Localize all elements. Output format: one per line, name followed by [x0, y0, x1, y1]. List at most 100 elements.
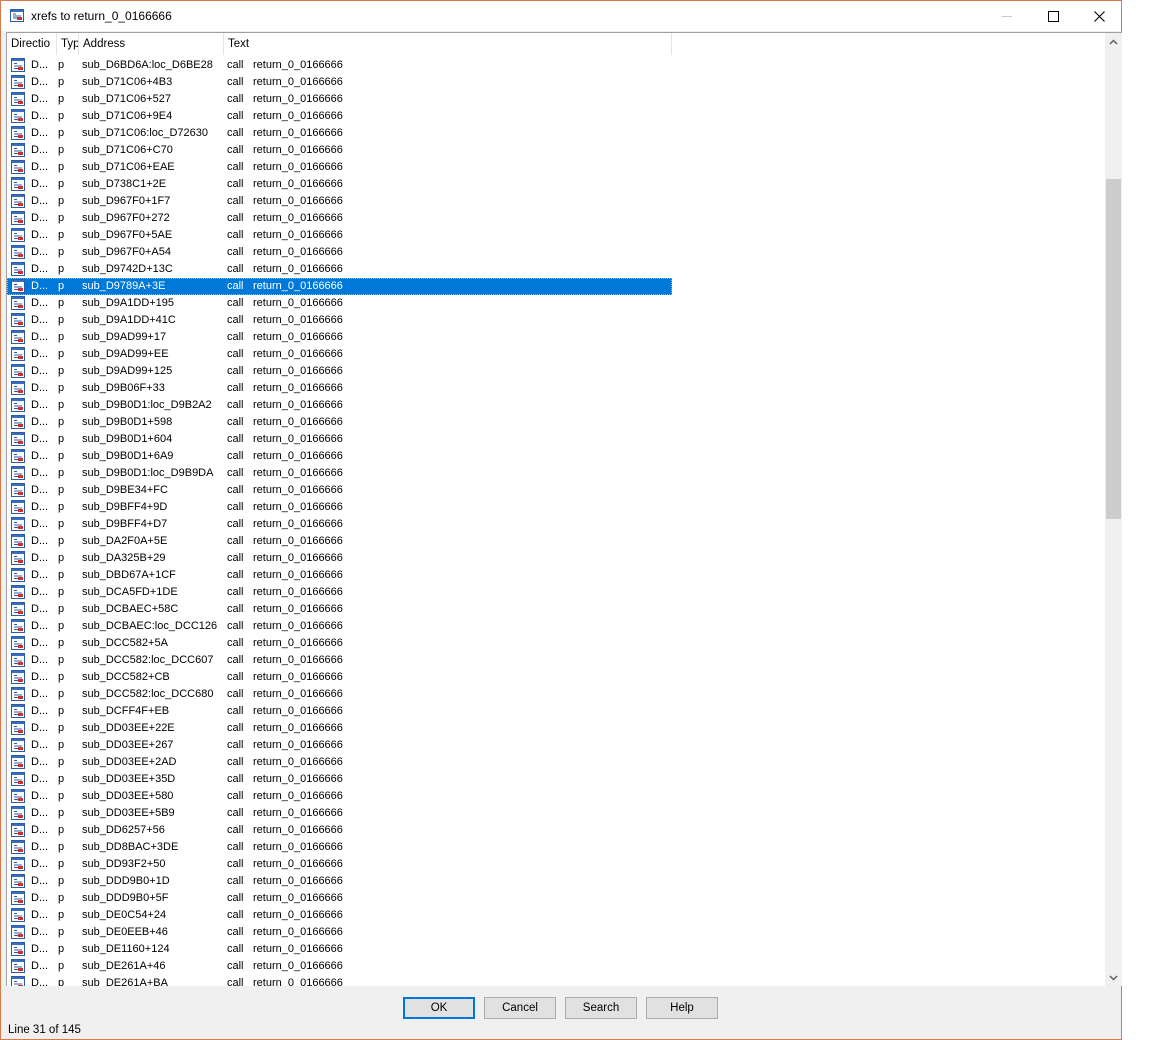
cell-text-target: return_0_0166666: [253, 59, 343, 71]
cell-text-target: return_0_0166666: [253, 841, 343, 853]
table-row[interactable]: D... p sub_D9A1DD+195 call return_0_0166666: [7, 295, 672, 312]
table-row[interactable]: D... p sub_DD6257+56 call return_0_0166666: [7, 822, 672, 839]
table-row[interactable]: D... p sub_D9BFF4+D7 call return_0_0166666: [7, 516, 672, 533]
cell-address: sub_DCFF4F+EB: [82, 705, 170, 717]
table-row[interactable]: D... p sub_D9742D+13C call return_0_0166666: [7, 261, 672, 278]
scroll-down-button[interactable]: [1105, 969, 1122, 986]
table-row[interactable]: D... p sub_D967F0+5AE call return_0_0166666: [7, 227, 672, 244]
maximize-button[interactable]: [1030, 1, 1076, 31]
cell-text-target: return_0_0166666: [253, 586, 343, 598]
cell-direction: D...: [31, 773, 49, 785]
table-row[interactable]: D... p sub_DCC582+5A call return_0_0166666: [7, 635, 672, 652]
table-row[interactable]: D... p sub_D967F0+272 call return_0_0166666: [7, 210, 672, 227]
table-row[interactable]: D... p sub_D71C06+527 call return_0_0166666: [7, 91, 672, 108]
table-row[interactable]: D... p sub_DCBAEC:loc_DCC126 call return_0_0…: [7, 618, 672, 635]
table-row[interactable]: D... p sub_DD03EE+2AD call return_0_0166666: [7, 754, 672, 771]
table-row[interactable]: D... p sub_DE0C54+24 call return_0_0166666: [7, 907, 672, 924]
column-header-direction[interactable]: Directio: [7, 33, 57, 55]
table-row[interactable]: D... p sub_DD03EE+5B9 call return_0_0166666: [7, 805, 672, 822]
table-row[interactable]: D... p sub_D9BFF4+9D call return_0_0166666: [7, 499, 672, 516]
xref-code-icon: [11, 279, 25, 293]
table-row[interactable]: D... p sub_DCC582:loc_DCC607 call return_0_0…: [7, 652, 672, 669]
cell-type: p: [58, 535, 65, 547]
table-row[interactable]: D... p sub_D71C06+C70 call return_0_0166666: [7, 142, 672, 159]
vertical-scrollbar[interactable]: [1105, 33, 1122, 986]
table-row-selected[interactable]: D... p sub_D9789A+3E call return_0_0166666: [7, 278, 672, 295]
table-row[interactable]: D... p sub_D6BD6A:loc_D6BE28 call return_0_0…: [7, 57, 672, 74]
column-header-address[interactable]: Address: [79, 33, 224, 55]
table-row[interactable]: D... p sub_D71C06+9E4 call return_0_0166666: [7, 108, 672, 125]
table-row[interactable]: D... p sub_D9BE34+FC call return_0_0166666: [7, 482, 672, 499]
table-row[interactable]: D... p sub_D71C06+EAE call return_0_0166666: [7, 159, 672, 176]
cell-direction: D...: [31, 212, 49, 224]
table-row[interactable]: D... p sub_D71C06:loc_D72630 call return_0_0…: [7, 125, 672, 142]
search-button[interactable]: Search: [565, 997, 637, 1019]
table-row[interactable]: D... p sub_D9B0D1:loc_D9B2A2 call return_0_0…: [7, 397, 672, 414]
table-row[interactable]: D... p sub_DD93F2+50 call return_0_0166666: [7, 856, 672, 873]
table-row[interactable]: D... p sub_DD03EE+580 call return_0_0166666: [7, 788, 672, 805]
cell-type: p: [58, 450, 65, 462]
table-row[interactable]: D... p sub_D71C06+4B3 call return_0_0166666: [7, 74, 672, 91]
table-row[interactable]: D... p sub_DE1160+124 call return_0_0166666: [7, 941, 672, 958]
table-row[interactable]: D... p sub_D9B0D1:loc_D9B9DA call return_0_0…: [7, 465, 672, 482]
table-row[interactable]: D... p sub_DCC582:loc_DCC680 call return_0_0…: [7, 686, 672, 703]
table-row[interactable]: D... p sub_DD03EE+35D call return_0_0166666: [7, 771, 672, 788]
table-row[interactable]: D... p sub_D9AD99+17 call return_0_0166666: [7, 329, 672, 346]
table-row[interactable]: D... p sub_DD03EE+267 call return_0_0166666: [7, 737, 672, 754]
table-row[interactable]: D... p sub_DCC582+CB call return_0_0166666: [7, 669, 672, 686]
table-row[interactable]: D... p sub_DE261A+BA call return_0_0166666: [7, 975, 672, 986]
table-row[interactable]: D... p sub_DA2F0A+5E call return_0_0166666: [7, 533, 672, 550]
table-row[interactable]: D... p sub_D967F0+1F7 call return_0_0166666: [7, 193, 672, 210]
cell-text-op: call: [227, 858, 244, 870]
cell-text-target: return_0_0166666: [253, 229, 343, 241]
table-row[interactable]: D... p sub_D9B0D1+598 call return_0_0166666: [7, 414, 672, 431]
table-row[interactable]: D... p sub_DDD9B0+1D call return_0_0166666: [7, 873, 672, 890]
scrollbar-thumb[interactable]: [1106, 178, 1121, 519]
close-button[interactable]: [1076, 1, 1122, 31]
xrefs-list[interactable]: Directio Typ Address Text D... p sub_D6BD6…: [6, 32, 1122, 986]
cell-text-op: call: [227, 467, 244, 479]
table-row[interactable]: D... p sub_DCA5FD+1DE call return_0_0166666: [7, 584, 672, 601]
cell-direction: D...: [31, 297, 49, 309]
table-row[interactable]: D... p sub_DE261A+46 call return_0_0166666: [7, 958, 672, 975]
table-row[interactable]: D... p sub_D9AD99+EE call return_0_0166666: [7, 346, 672, 363]
table-row[interactable]: D... p sub_DDD9B0+5F call return_0_0166666: [7, 890, 672, 907]
chevron-down-icon: [1109, 974, 1118, 981]
xref-code-icon: [11, 721, 25, 735]
table-row[interactable]: D... p sub_DBD67A+1CF call return_0_0166666: [7, 567, 672, 584]
cell-direction: D...: [31, 705, 49, 717]
cell-type: p: [58, 739, 65, 751]
table-row[interactable]: D... p sub_DE0EEB+46 call return_0_0166666: [7, 924, 672, 941]
table-row[interactable]: D... p sub_D738C1+2E call return_0_0166666: [7, 176, 672, 193]
cell-direction: D...: [31, 246, 49, 258]
cell-type: p: [58, 603, 65, 615]
ok-button[interactable]: OK: [403, 997, 475, 1019]
table-row[interactable]: D... p sub_D9A1DD+41C call return_0_0166666: [7, 312, 672, 329]
column-header-text[interactable]: Text: [224, 33, 672, 55]
table-row[interactable]: D... p sub_DCFF4F+EB call return_0_0166666: [7, 703, 672, 720]
table-row[interactable]: D... p sub_DCBAEC+58C call return_0_0166666: [7, 601, 672, 618]
title-bar[interactable]: xrefs to return_0_0166666: [1, 1, 1121, 31]
table-row[interactable]: D... p sub_D9B0D1+6A9 call return_0_0166666: [7, 448, 672, 465]
cell-type: p: [58, 637, 65, 649]
cancel-button[interactable]: Cancel: [484, 997, 556, 1019]
cell-text-op: call: [227, 552, 244, 564]
cell-text-op: call: [227, 892, 244, 904]
cell-address: sub_D9AD99+17: [82, 331, 167, 343]
table-row[interactable]: D... p sub_D9AD99+125 call return_0_0166666: [7, 363, 672, 380]
help-button[interactable]: Help: [646, 997, 718, 1019]
cell-text-target: return_0_0166666: [253, 603, 343, 615]
table-row[interactable]: D... p sub_D9B0D1+604 call return_0_0166666: [7, 431, 672, 448]
xref-code-icon: [11, 483, 25, 497]
column-header-type[interactable]: Typ: [57, 33, 79, 55]
table-row[interactable]: D... p sub_DD8BAC+3DE call return_0_0166666: [7, 839, 672, 856]
cell-text-target: return_0_0166666: [253, 297, 343, 309]
table-row[interactable]: D... p sub_D967F0+A54 call return_0_0166666: [7, 244, 672, 261]
scroll-up-button[interactable]: [1105, 33, 1122, 50]
xref-code-icon: [11, 364, 25, 378]
xref-code-icon: [11, 58, 25, 72]
table-row[interactable]: D... p sub_DA325B+29 call return_0_0166666: [7, 550, 672, 567]
table-row[interactable]: D... p sub_D9B06F+33 call return_0_0166666: [7, 380, 672, 397]
table-row[interactable]: D... p sub_DD03EE+22E call return_0_0166666: [7, 720, 672, 737]
minimize-button[interactable]: [984, 1, 1030, 31]
